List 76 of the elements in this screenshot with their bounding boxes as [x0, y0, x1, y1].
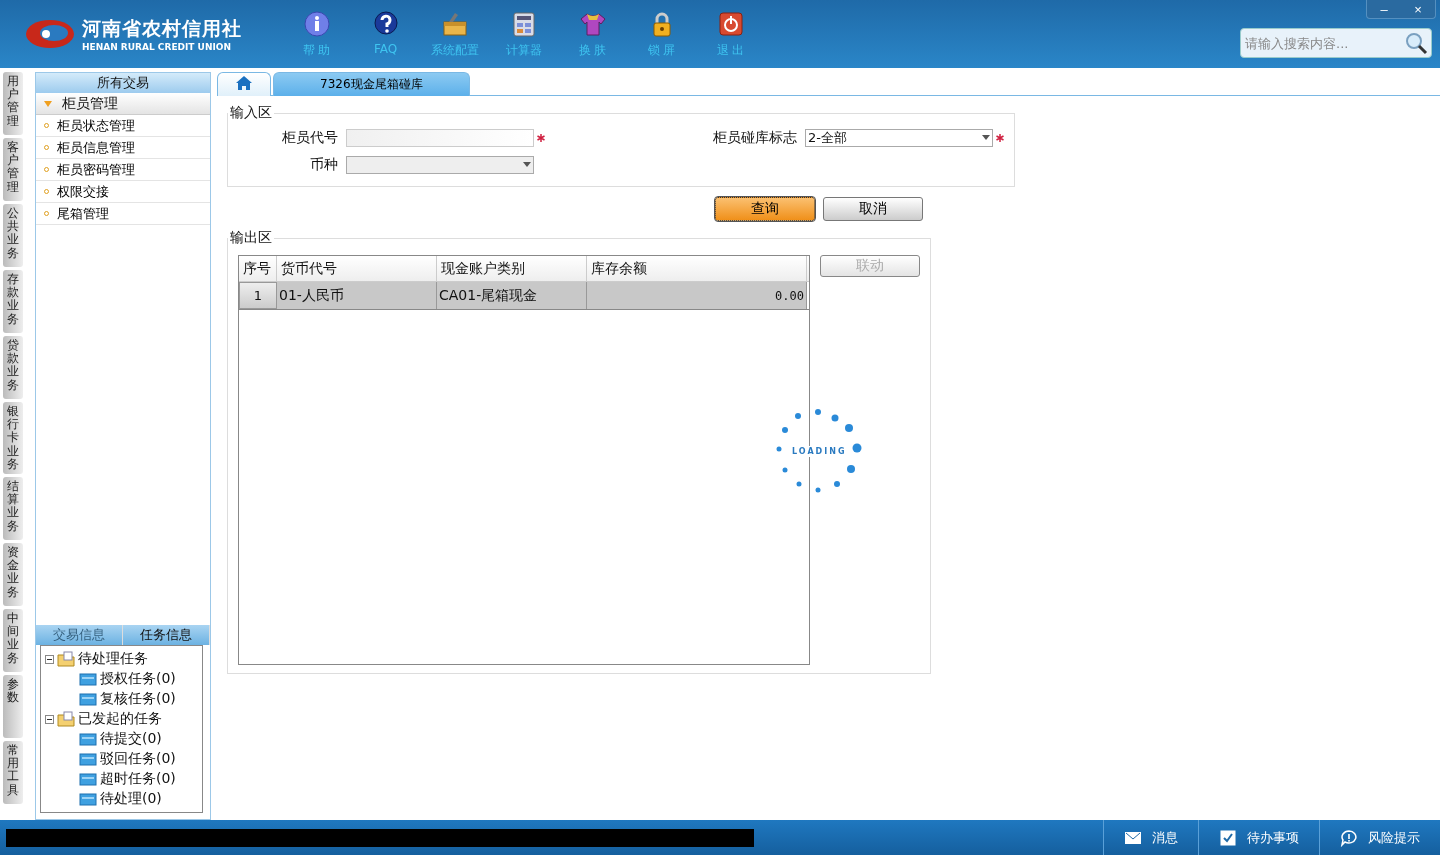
collapse-toggle[interactable]: [45, 714, 54, 724]
folder-icon: [79, 691, 97, 707]
side-tab[interactable]: 资金业务: [3, 542, 23, 606]
caret-icon: [982, 135, 990, 140]
tree-node[interactable]: 复核任务(0): [100, 690, 176, 708]
side-tab[interactable]: 客户管理: [3, 138, 23, 201]
menu-item[interactable]: 尾箱管理: [36, 203, 210, 225]
caret-icon: [44, 100, 52, 107]
folder-icon: [79, 771, 97, 787]
tree-node[interactable]: 待处理(0): [100, 790, 162, 808]
table-cell: 01-人民币: [277, 282, 437, 309]
info-icon: [302, 9, 331, 38]
field-label: 柜员碰库标志: [712, 128, 797, 147]
power-icon: [716, 9, 745, 38]
folder-icon: [79, 671, 97, 687]
side-tab[interactable]: 参数: [3, 674, 23, 738]
side-tab[interactable]: 常用工具: [3, 740, 23, 804]
side-tab[interactable]: 结算业务: [3, 476, 23, 540]
menu-item[interactable]: 权限交接: [36, 181, 210, 203]
teller-code-field[interactable]: [346, 128, 534, 147]
flag-select[interactable]: 2-全部: [805, 128, 993, 147]
table-cell: 0.00: [587, 282, 807, 309]
menu-item[interactable]: 柜员密码管理: [36, 159, 210, 181]
search-field[interactable]: 请输入搜索内容...: [1240, 28, 1432, 58]
menu-item[interactable]: 柜员状态管理: [36, 115, 210, 137]
menu-item[interactable]: 柜员信息管理: [36, 137, 210, 159]
field-label: 柜员代号: [281, 128, 338, 147]
logo-title: 河南省农村信用社: [82, 16, 242, 41]
logo-subtitle: HENAN RURAL CREDIT UNION: [82, 42, 232, 52]
help-icon: [371, 9, 400, 38]
column-header: 库存余额: [587, 256, 807, 281]
table-cell: CA01-尾箱现金: [437, 282, 587, 309]
section-title: 输出区: [229, 229, 273, 247]
panel-tab[interactable]: 任务信息: [123, 625, 210, 645]
status-button[interactable]: 风险提示: [1319, 820, 1440, 855]
minimize-button[interactable]: –: [1367, 0, 1401, 18]
collapse-toggle[interactable]: [45, 654, 54, 664]
folder-icon: [79, 791, 97, 807]
close-button[interactable]: ×: [1401, 0, 1435, 18]
caret-icon: [523, 162, 531, 167]
folder-icon: [79, 731, 97, 747]
tree-node[interactable]: 待提交(0): [100, 730, 162, 748]
tree-node[interactable]: 驳回任务(0): [100, 750, 176, 768]
column-header: 序号: [239, 256, 277, 281]
logo-icon: [24, 17, 76, 51]
side-tab[interactable]: 银行卡业务: [3, 402, 23, 474]
side-tab[interactable]: 中间业务: [3, 608, 23, 672]
row-number: 1: [239, 282, 277, 309]
checkbox-icon: [1219, 828, 1237, 847]
speech-bubble-icon: [1340, 828, 1358, 847]
folder-icon: [79, 751, 97, 767]
folder-icon: [57, 711, 75, 727]
page-tab[interactable]: 7326现金尾箱碰库: [273, 72, 470, 96]
menu-group[interactable]: 柜员管理: [36, 93, 210, 115]
home-tab[interactable]: [217, 72, 271, 96]
cancel-button[interactable]: 取消: [823, 197, 923, 221]
search-icon: [1404, 31, 1428, 55]
tree-node[interactable]: 授权任务(0): [100, 670, 176, 688]
side-tab[interactable]: 公共业务: [3, 204, 23, 267]
column-header: 货币代号: [277, 256, 437, 281]
sidebar-title: 所有交易: [36, 73, 210, 93]
status-button[interactable]: 消息: [1103, 820, 1198, 855]
column-header: 现金账户类别: [437, 256, 587, 281]
tree-node[interactable]: 已发起的任务: [78, 710, 162, 728]
folder-icon: [57, 651, 75, 667]
side-tab[interactable]: 贷款业务: [3, 336, 23, 399]
status-button[interactable]: 待办事项: [1198, 820, 1319, 855]
section-title: 输入区: [229, 104, 273, 122]
tree-node[interactable]: 超时任务(0): [100, 770, 176, 788]
query-button[interactable]: 查询: [715, 197, 815, 221]
panel-tab[interactable]: 交易信息: [36, 625, 123, 645]
field-label: 币种: [309, 155, 338, 174]
side-tab[interactable]: 存款业务: [3, 270, 23, 333]
tree-node[interactable]: 待处理任务: [78, 650, 148, 668]
side-tab[interactable]: 用户管理: [3, 72, 23, 135]
home-icon: [236, 76, 252, 90]
